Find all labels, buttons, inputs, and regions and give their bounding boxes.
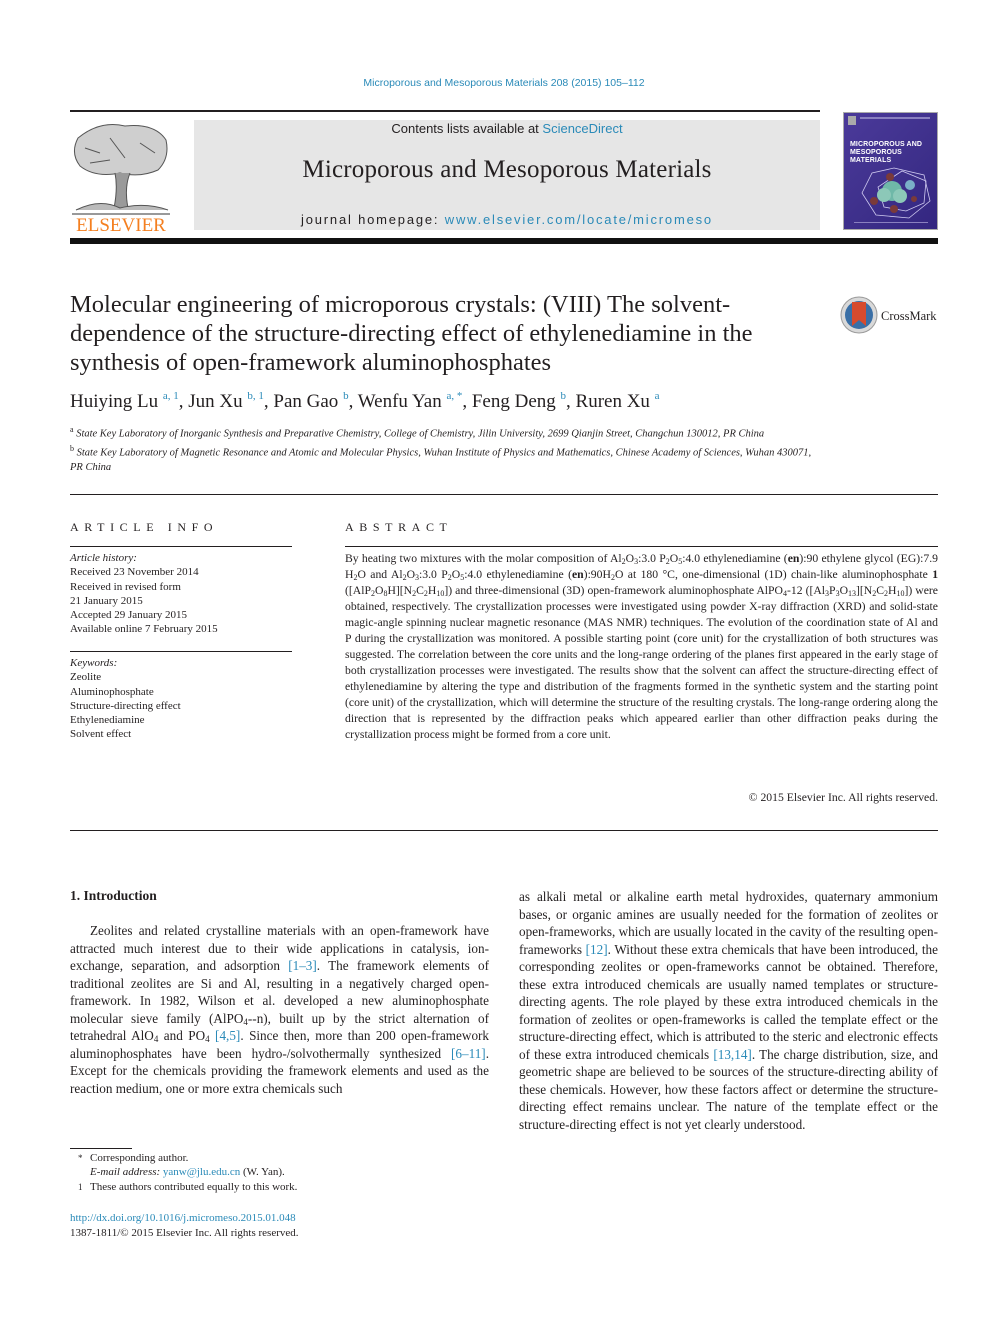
abstract-body: By heating two mixtures with the molar c… [345, 552, 939, 741]
history-item: 21 January 2015 [70, 594, 143, 607]
cover-header-line [860, 117, 930, 119]
author-affiliation-mark[interactable]: a, * [446, 390, 462, 402]
introduction-left-column: Zeolites and related crystalline materia… [70, 923, 490, 1096]
history-item: Received 23 November 2014 [70, 566, 199, 579]
sciencedirect-link[interactable]: ScienceDirect [542, 121, 622, 136]
doi-block: http://dx.doi.org/10.1016/j.micromeso.20… [70, 1211, 299, 1241]
email-link[interactable]: yanw@jlu.edu.cn [163, 1166, 240, 1178]
homepage-line: journal homepage: www.elsevier.com/locat… [194, 212, 820, 227]
author[interactable]: Feng Deng [472, 391, 556, 412]
keyword: Zeolite [70, 671, 102, 684]
article-history: Article history: Received 23 November 20… [70, 551, 292, 637]
footnote-text: These authors contributed equally to thi… [90, 1180, 298, 1193]
elsevier-tree-icon: ELSEVIER [72, 124, 170, 236]
journal-homepage-link[interactable]: www.elsevier.com/locate/micromeso [445, 212, 713, 227]
header-rule [70, 110, 820, 112]
history-label: Article history: [70, 552, 137, 564]
cover-footer-line [854, 222, 928, 223]
body-text: . Without these extra chemicals that hav… [519, 941, 938, 1062]
introduction-heading: 1. Introduction [70, 888, 157, 903]
footnote-equal-contribution: 1 These authors contributed equally to th… [70, 1180, 490, 1194]
citation-link[interactable]: [13,14] [713, 1047, 751, 1062]
abstract-heading: ABSTRACT [345, 520, 453, 534]
homepage-prefix: journal homepage: [301, 212, 445, 227]
elsevier-logo: ELSEVIER [70, 118, 172, 236]
affiliation: b State Key Laboratory of Magnetic Reson… [70, 442, 820, 476]
footnote-corresponding: * Corresponding author. [70, 1151, 490, 1165]
article-info-heading: ARTICLE INFO [70, 520, 219, 534]
keyword: Structure-directing effect [70, 699, 181, 712]
author[interactable]: Wenfu Yan [358, 391, 442, 412]
history-item: Accepted 29 January 2015 [70, 609, 187, 622]
body-text: and PO [158, 1028, 206, 1043]
affiliation-text: State Key Laboratory of Inorganic Synthe… [76, 428, 765, 440]
cover-title-line1: MICROPOROUS AND [850, 141, 923, 148]
footnote-email: E-mail address: yanw@jlu.edu.cn (W. Yan)… [70, 1165, 490, 1179]
cover-title: MICROPOROUS AND MESOPOROUS MATERIALS [850, 141, 937, 165]
citation-link[interactable]: [1–3] [288, 958, 317, 973]
keywords-label: Keywords: [70, 657, 118, 669]
author-affiliation-mark[interactable]: a, 1 [163, 390, 179, 402]
journal-cover-image[interactable]: MICROPOROUS AND MESOPOROUS MATERIALS [843, 112, 938, 230]
author-affiliation-mark[interactable]: b [343, 390, 349, 402]
affiliation-mark: b [70, 444, 74, 453]
cover-publisher-mark [848, 116, 856, 125]
history-item: Available online 7 February 2015 [70, 623, 218, 636]
abstract-copyright: © 2015 Elsevier Inc. All rights reserved… [748, 791, 938, 804]
footnote-mark: 1 [78, 1181, 83, 1192]
keywords: Keywords: Zeolite Aluminophosphate Struc… [70, 656, 292, 742]
crossmark-badge[interactable]: CrossMark [840, 296, 940, 336]
doi-link[interactable]: http://dx.doi.org/10.1016/j.micromeso.20… [70, 1211, 299, 1226]
crossmark-icon: CrossMark [840, 296, 937, 334]
footnote-text: Corresponding author. [90, 1152, 189, 1164]
author-list: Huiying Lu a, 1, Jun Xu b, 1, Pan Gao b,… [70, 390, 660, 412]
keywords-rule [70, 651, 292, 652]
issn-copyright: 1387-1811/© 2015 Elsevier Inc. All right… [70, 1227, 299, 1239]
keyword: Aluminophosphate [70, 685, 154, 698]
article-info-rule [70, 546, 292, 547]
author[interactable]: Pan Gao [273, 391, 338, 412]
email-label: E-mail address: [90, 1166, 163, 1179]
footnote-rule [70, 1148, 132, 1149]
author-affiliation-mark[interactable]: a [655, 390, 660, 402]
crossmark-label: CrossMark [881, 309, 937, 323]
journal-reference-link[interactable]: Microporous and Mesoporous Materials 208… [0, 77, 992, 89]
affiliations: a State Key Laboratory of Inorganic Synt… [70, 423, 820, 476]
affiliation-mark: a [70, 425, 74, 434]
author[interactable]: Jun Xu [188, 391, 242, 412]
author-affiliation-mark[interactable]: b, 1 [247, 390, 264, 402]
author[interactable]: Ruren Xu [576, 391, 650, 412]
keyword: Solvent effect [70, 728, 132, 741]
citation-link[interactable]: [6–11] [451, 1046, 486, 1061]
abstract-bottom-rule [70, 830, 938, 831]
section-rule [70, 494, 938, 495]
history-item: Received in revised form [70, 580, 181, 593]
author-affiliation-mark[interactable]: b [561, 390, 567, 402]
article-title: Molecular engineering of microporous cry… [70, 291, 753, 376]
journal-title: Microporous and Mesoporous Materials [302, 156, 712, 183]
email-suffix: (W. Yan). [240, 1166, 285, 1179]
abstract-rule [345, 546, 938, 547]
contents-prefix: Contents lists available at [391, 121, 543, 136]
contents-line: Contents lists available at ScienceDirec… [194, 121, 820, 136]
affiliation: a State Key Laboratory of Inorganic Synt… [70, 423, 820, 442]
cover-molecule-illustration [861, 167, 931, 219]
elsevier-wordmark: ELSEVIER [76, 215, 166, 234]
abstract-text-segment: The crystallization processes were inves… [345, 600, 938, 741]
header-thick-rule [70, 238, 938, 244]
introduction-right-column: as alkali metal or alkaline earth metal … [519, 888, 938, 1133]
keyword: Ethylenediamine [70, 714, 145, 727]
citation-link[interactable]: [4,5] [215, 1028, 240, 1043]
footnotes: * Corresponding author. E-mail address: y… [70, 1151, 490, 1194]
abstract-text-segment: By heating two mixtures with the molar c… [345, 552, 622, 565]
affiliation-text: State Key Laboratory of Magnetic Resonan… [70, 447, 812, 474]
author[interactable]: Huiying Lu [70, 391, 158, 412]
footnote-mark: * [78, 1153, 83, 1163]
citation-link[interactable]: [12] [586, 942, 608, 957]
